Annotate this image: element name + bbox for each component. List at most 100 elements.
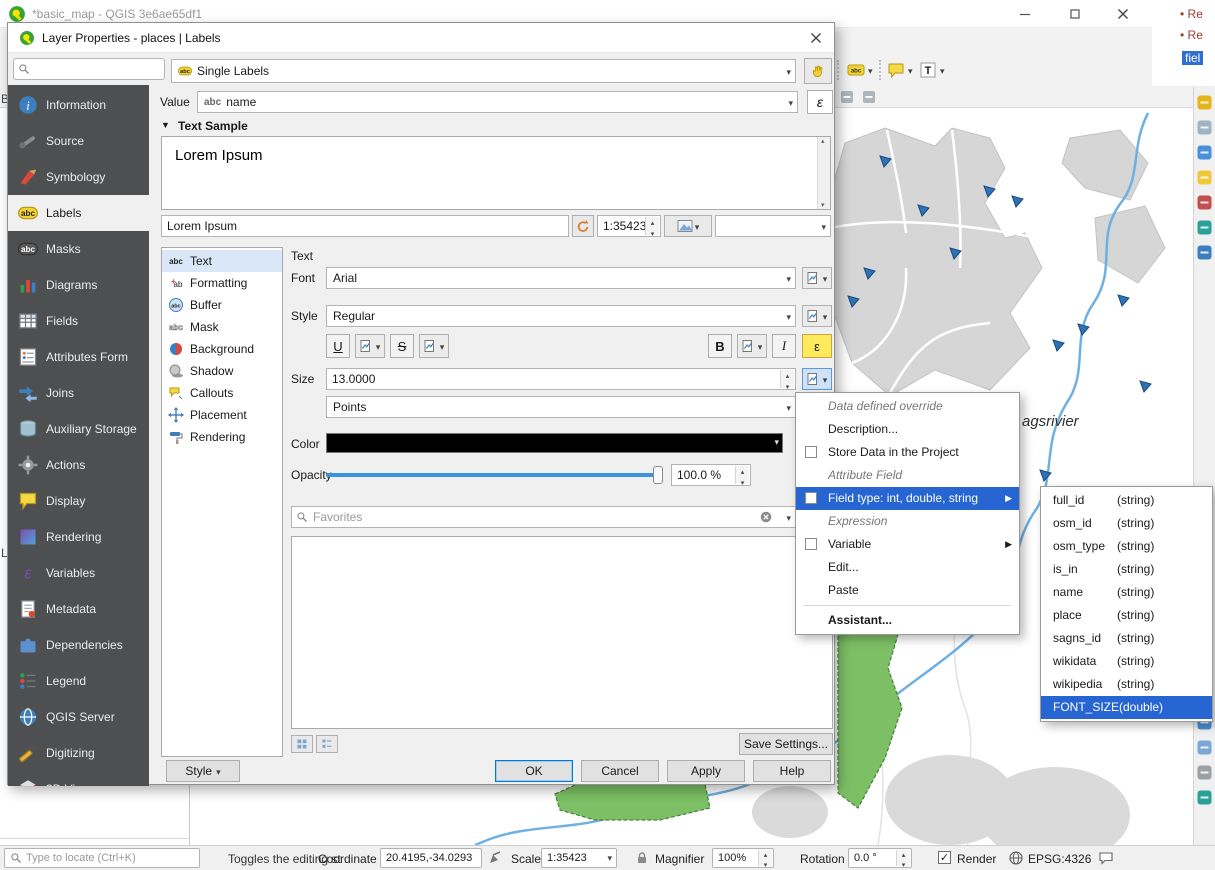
field-item-wikidata[interactable]: wikidata(string)	[1041, 650, 1212, 673]
sidebar-item-legend[interactable]: Legend	[8, 663, 149, 699]
sidebar-item-fields[interactable]: Fields	[8, 303, 149, 339]
preview-background-button[interactable]	[664, 215, 712, 237]
cancel-button[interactable]: Cancel	[581, 760, 659, 782]
menu-item-assistant[interactable]: Assistant...	[796, 609, 1019, 632]
preview-scale-input[interactable]: 1:35423	[597, 215, 661, 237]
color-button[interactable]	[326, 433, 783, 453]
sidebar-item-variables[interactable]: εVariables	[8, 555, 149, 591]
rotation-input[interactable]: 0.0 °	[848, 848, 912, 868]
italic-button[interactable]: I	[772, 334, 796, 358]
sidebar-item-information[interactable]: iInformation	[8, 87, 149, 123]
expression-highlighted-button[interactable]: ε	[802, 334, 832, 358]
locate-input[interactable]: Type to locate (Ctrl+K)	[4, 848, 200, 868]
apply-button[interactable]: Apply	[667, 760, 745, 782]
preview-extra-select[interactable]	[715, 215, 831, 237]
dialog-close-button[interactable]	[808, 30, 824, 46]
dock-layers-icon[interactable]	[1197, 145, 1212, 160]
tab-shadow[interactable]: Shadow	[162, 360, 282, 382]
size-unit-select[interactable]: Points	[326, 396, 796, 418]
icon-view-button[interactable]	[291, 735, 313, 753]
field-item-full-id[interactable]: full_id(string)	[1041, 489, 1212, 512]
menu-item-description[interactable]: Description...	[796, 418, 1019, 441]
size-input[interactable]: 13.0000	[326, 368, 796, 390]
save-settings-button[interactable]: Save Settings...	[739, 733, 833, 755]
field-item-wikipedia[interactable]: wikipedia(string)	[1041, 673, 1212, 696]
dock-extra-icon-4[interactable]	[1197, 765, 1212, 780]
sample-text-input[interactable]: Lorem Ipsum	[161, 215, 569, 237]
sidebar-item-dependencies[interactable]: Dependencies	[8, 627, 149, 663]
sidebar-item-3d-view[interactable]: 3D View	[8, 771, 149, 786]
menu-checkbox[interactable]	[805, 492, 817, 504]
underline-data-defined-button[interactable]	[355, 334, 385, 358]
sidebar-item-diagrams[interactable]: Diagrams	[8, 267, 149, 303]
map-tips-button[interactable]	[884, 57, 916, 83]
dock-style-icon[interactable]	[1197, 95, 1212, 110]
favorites-search-select[interactable]: Favorites	[291, 506, 796, 528]
menu-item-paste[interactable]: Paste	[796, 579, 1019, 602]
sidebar-item-labels[interactable]: abcLabels	[8, 195, 149, 231]
menu-checkbox[interactable]	[805, 446, 817, 458]
tab-placement[interactable]: Placement	[162, 404, 282, 426]
menu-item-variable[interactable]: Variable▶	[796, 533, 1019, 556]
sidebar-item-attributes-form[interactable]: Attributes Form	[8, 339, 149, 375]
toolbar-extra-icon-2[interactable]	[861, 89, 877, 105]
list-view-button[interactable]	[316, 735, 338, 753]
help-button[interactable]: Help	[753, 760, 831, 782]
sidebar-item-qgis-server[interactable]: QGIS Server	[8, 699, 149, 735]
style-data-defined-button[interactable]	[802, 305, 832, 327]
dock-bookmarks-icon[interactable]	[1197, 195, 1212, 210]
lock-icon[interactable]	[634, 850, 650, 866]
sidebar-item-masks[interactable]: abcMasks	[8, 231, 149, 267]
sidebar-item-rendering[interactable]: Rendering	[8, 519, 149, 555]
labeling-options-button[interactable]: abc	[844, 57, 876, 83]
strikethrough-button[interactable]: S	[390, 334, 414, 358]
field-item-osm-type[interactable]: osm_type(string)	[1041, 535, 1212, 558]
field-item-osm-id[interactable]: osm_id(string)	[1041, 512, 1212, 535]
size-data-defined-button[interactable]	[802, 368, 832, 390]
ok-button[interactable]: OK	[495, 760, 573, 782]
menu-item-field-type-int-double-string[interactable]: Field type: int, double, string▶	[796, 487, 1019, 510]
labels-mode-select[interactable]: abc Single Labels	[171, 59, 796, 83]
clear-icon[interactable]	[759, 510, 773, 524]
dock-tips-icon[interactable]	[1197, 170, 1212, 185]
crs-label[interactable]: EPSG:4326	[1028, 852, 1091, 866]
render-checkbox[interactable]	[938, 851, 951, 864]
style-menu-button[interactable]: Style	[166, 760, 240, 782]
font-style-select[interactable]: Regular	[326, 305, 796, 327]
value-field-select[interactable]: abc name	[197, 91, 798, 113]
bold-data-defined-button[interactable]	[737, 334, 767, 358]
field-item-is-in[interactable]: is_in(string)	[1041, 558, 1212, 581]
tab-callouts[interactable]: Callouts	[162, 382, 282, 404]
properties-search-input[interactable]	[13, 58, 165, 80]
tab-background[interactable]: Background	[162, 338, 282, 360]
tab-buffer[interactable]: abcBuffer	[162, 294, 282, 316]
font-data-defined-button[interactable]	[802, 267, 832, 289]
bold-button[interactable]: B	[708, 334, 732, 358]
sidebar-item-digitizing[interactable]: Digitizing	[8, 735, 149, 771]
toolbar-extra-icon-1[interactable]	[839, 89, 855, 105]
magnifier-input[interactable]: 100%	[712, 848, 774, 868]
expression-builder-button[interactable]: ε	[807, 90, 833, 114]
dock-toolbox-icon[interactable]	[1197, 220, 1212, 235]
opacity-slider-handle[interactable]	[653, 466, 663, 484]
collapse-arrow-icon[interactable]: ▼	[161, 120, 170, 130]
font-select[interactable]: Arial	[326, 267, 796, 289]
dock-extra-icon-3[interactable]	[1197, 740, 1212, 755]
menu-item-store-data-in-the-project[interactable]: Store Data in the Project	[796, 441, 1019, 464]
dock-processing-icon[interactable]	[1197, 120, 1212, 135]
field-item-font-size[interactable]: FONT_SIZE(double)	[1041, 696, 1212, 719]
field-item-place[interactable]: place(string)	[1041, 604, 1212, 627]
dock-info-icon[interactable]	[1197, 245, 1212, 260]
preview-scrollbar[interactable]	[817, 137, 830, 209]
dock-extra-icon-5[interactable]	[1197, 790, 1212, 805]
minimize-button[interactable]	[1016, 6, 1034, 22]
messages-icon[interactable]	[1098, 850, 1114, 866]
editing-toggle-icon[interactable]	[487, 850, 503, 866]
menu-checkbox[interactable]	[805, 538, 817, 550]
tab-formatting[interactable]: +abFormatting	[162, 272, 282, 294]
sidebar-item-source[interactable]: Source	[8, 123, 149, 159]
opacity-input[interactable]: 100.0 %	[671, 464, 751, 486]
underline-button[interactable]: U	[326, 334, 350, 358]
tab-rendering[interactable]: Rendering	[162, 426, 282, 448]
coordinate-input[interactable]: 20.4195,-34.0293	[380, 848, 482, 868]
